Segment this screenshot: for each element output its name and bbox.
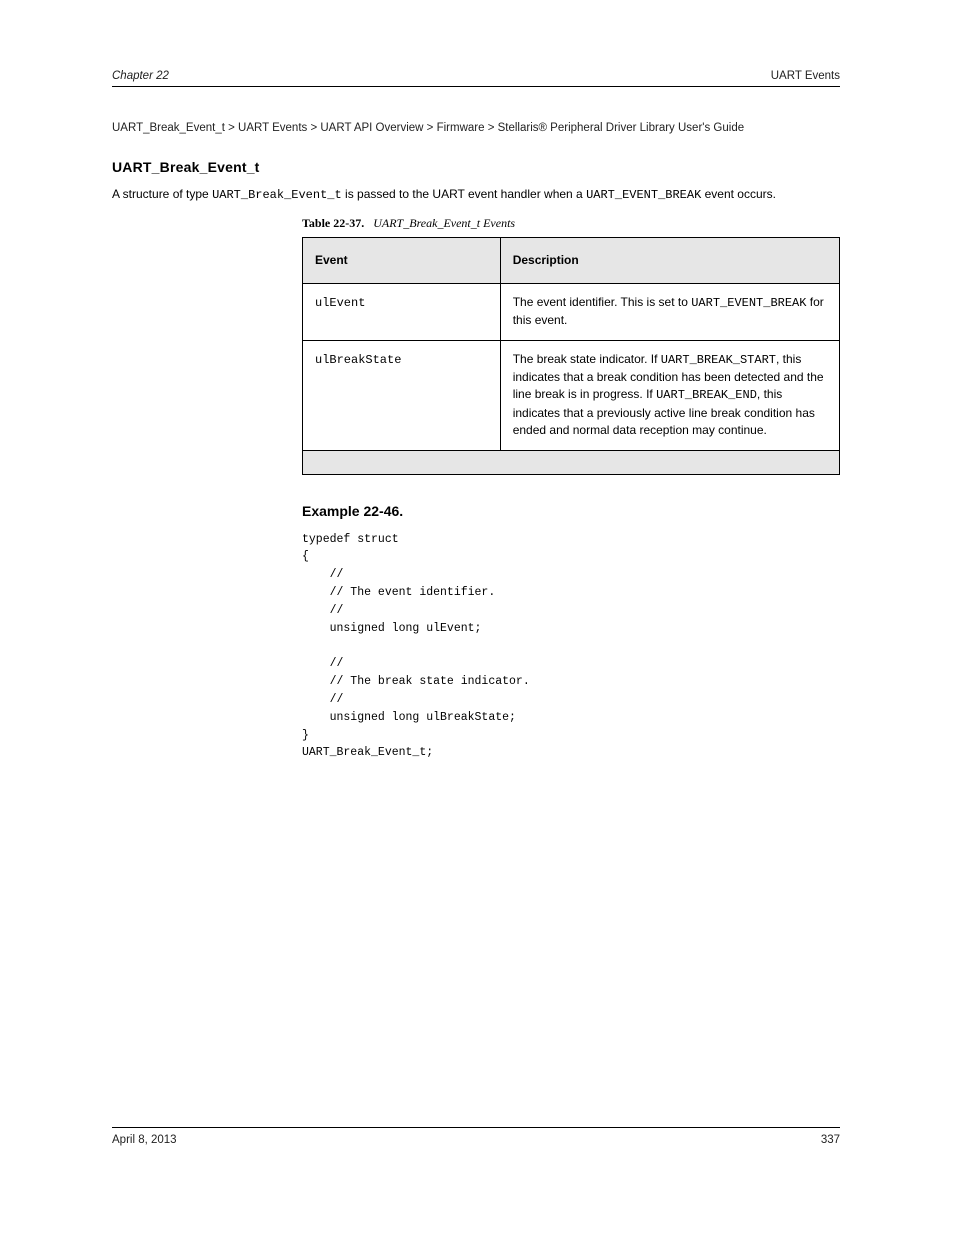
cell-description: The event identifier. This is set to UAR… bbox=[500, 283, 839, 340]
header-chapter: Chapter 22 bbox=[112, 70, 169, 82]
footer-date: April 8, 2013 bbox=[112, 1134, 177, 1146]
table-label: Table 22-37. bbox=[302, 216, 364, 230]
section-intro: A structure of type UART_Break_Event_t i… bbox=[112, 185, 840, 204]
table-footer-cell bbox=[303, 450, 840, 474]
footer-page: 337 bbox=[821, 1134, 840, 1146]
cell-event: ulEvent bbox=[303, 283, 501, 340]
table-caption: Table 22-37. UART_Break_Event_t Events bbox=[302, 216, 840, 231]
code-block: typedef struct { // // The event identif… bbox=[302, 531, 840, 763]
cell-event: ulBreakState bbox=[303, 340, 501, 450]
th-description: Description bbox=[500, 237, 839, 283]
table-row: ulBreakState The break state indicator. … bbox=[303, 340, 840, 450]
cell-description: The break state indicator. If UART_BREAK… bbox=[500, 340, 839, 450]
events-table: Event Description ulEvent The event iden… bbox=[302, 237, 840, 475]
table-row: ulEvent The event identifier. This is se… bbox=[303, 283, 840, 340]
table-title: UART_Break_Event_t Events bbox=[373, 216, 515, 230]
th-event: Event bbox=[303, 237, 501, 283]
page-footer: April 8, 2013 337 bbox=[112, 1127, 840, 1146]
breadcrumb: UART_Break_Event_t > UART Events > UART … bbox=[112, 121, 840, 137]
section-title: UART_Break_Event_t bbox=[112, 159, 840, 175]
page-content: Chapter 22 UART Events UART_Break_Event_… bbox=[112, 70, 840, 762]
page-header: Chapter 22 UART Events bbox=[112, 70, 840, 87]
table-footer-row bbox=[303, 450, 840, 474]
example-title: Example 22-46. bbox=[302, 503, 840, 519]
table-header-row: Event Description bbox=[303, 237, 840, 283]
header-title: UART Events bbox=[771, 70, 840, 82]
